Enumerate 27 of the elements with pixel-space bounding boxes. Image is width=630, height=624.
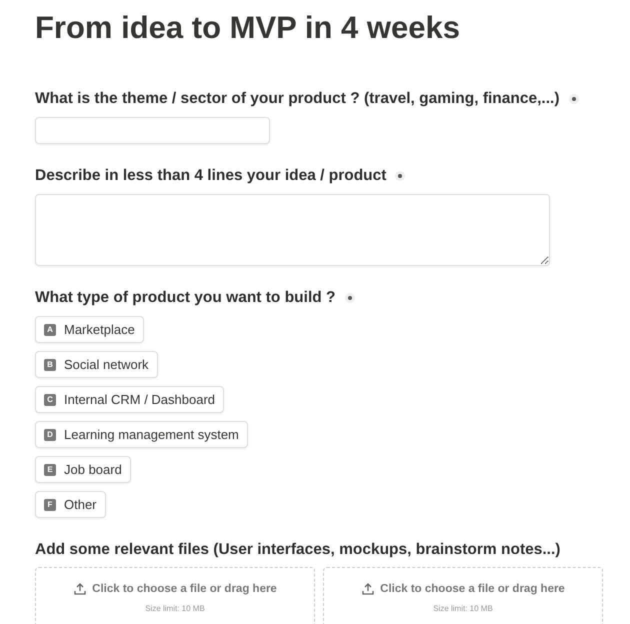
size-limit-text: Size limit: 10 MB <box>145 604 205 613</box>
question-label: What is the theme / sector of your product ? (travel, gaming, finance,...) <box>35 90 560 108</box>
key-badge: B <box>44 358 56 370</box>
text-area[interactable] <box>35 194 550 266</box>
page-title: From idea to MVP in 4 weeks <box>35 9 461 47</box>
key-badge: D <box>44 428 56 440</box>
input-field[interactable] <box>35 117 270 144</box>
choice-option[interactable]: F Other <box>35 491 106 518</box>
file-drop-zone[interactable]: Click to choose a file or drag here Size limit: 10 MB <box>323 567 603 624</box>
upload-prompt: Click to choose a file or drag here <box>380 583 565 595</box>
upload-icon <box>361 582 376 596</box>
upload-icon <box>73 582 88 596</box>
file-drop-zone[interactable]: Click to choose a file or drag here Size limit: 10 MB <box>35 567 315 624</box>
key-badge: E <box>44 464 56 476</box>
choice-option[interactable]: B Social network <box>35 351 158 378</box>
choice-option[interactable]: D Learning management system <box>35 421 248 448</box>
upload-prompt: Click to choose a file or drag here <box>92 583 277 595</box>
question-label: What type of product you want to build ? <box>35 289 336 307</box>
choice-option[interactable]: A Marketplace <box>35 316 144 343</box>
key-badge: F <box>44 498 56 510</box>
size-limit-text: Size limit: 10 MB <box>433 604 493 613</box>
key-badge: A <box>44 324 56 336</box>
question-label: Add some relevant files (User interfaces, mockups, brainstorm notes...) <box>35 541 560 559</box>
choice-option[interactable]: E Job board <box>35 456 131 483</box>
choice-option[interactable]: C Internal CRM / Dashboard <box>35 386 224 413</box>
key-badge: C <box>44 394 56 406</box>
question-label: Describe in less than 4 lines your idea / product <box>35 167 386 185</box>
